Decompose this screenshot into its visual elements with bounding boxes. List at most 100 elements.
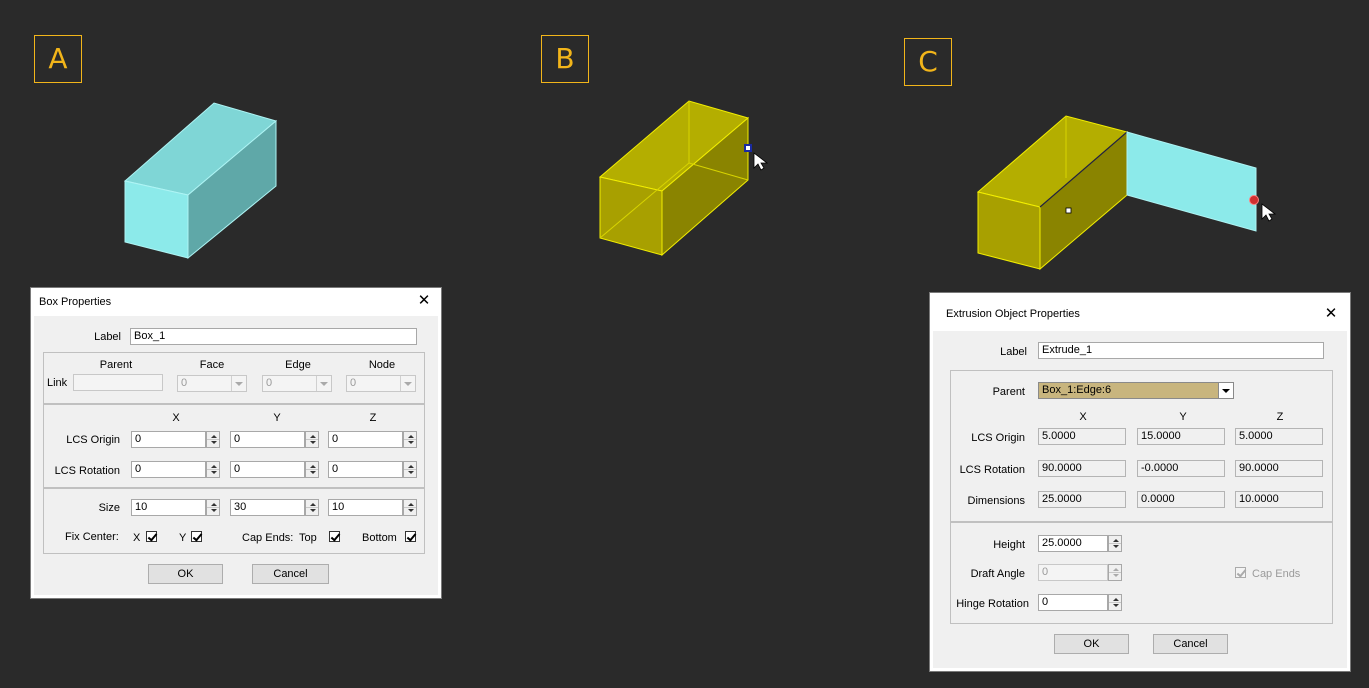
size-z-input[interactable]: 10 <box>328 499 403 516</box>
cancel-button[interactable]: Cancel <box>1153 634 1228 654</box>
dialog-title: Box Properties <box>31 288 441 316</box>
label-caption: Label <box>94 331 121 343</box>
lcs-origin-x-input[interactable]: 0 <box>131 431 206 448</box>
lcs-rotation-y-field: -0.0000 <box>1137 460 1225 477</box>
lcs-origin-z-stepper[interactable] <box>403 431 417 448</box>
link-edge-value: 0 <box>266 377 273 389</box>
link-face-select[interactable]: 0 <box>177 375 247 392</box>
cursor-icon-c <box>1261 203 1277 222</box>
size-group <box>43 488 425 554</box>
cap-bottom-label: Bottom <box>362 532 397 544</box>
dimensions-caption: Dimensions <box>967 495 1025 507</box>
fix-center-x-checkbox[interactable] <box>146 531 157 542</box>
close-icon[interactable]: ✕ <box>415 292 433 310</box>
parent-header: Parent <box>99 359 133 371</box>
dimensions-y-field: 0.0000 <box>1137 491 1225 508</box>
close-icon[interactable]: ✕ <box>1322 305 1340 323</box>
draft-angle-input[interactable]: 0 <box>1038 564 1108 581</box>
fix-center-y-label: Y <box>179 532 187 544</box>
lcs-rotation-caption: LCS Rotation <box>54 465 120 477</box>
size-z-stepper[interactable] <box>403 499 417 516</box>
height-input[interactable]: 25.0000 <box>1038 535 1108 552</box>
height-stepper[interactable] <box>1108 535 1122 552</box>
lcs-rotation-z-field: 90.0000 <box>1235 460 1323 477</box>
fix-center-x-label: X <box>133 532 141 544</box>
link-caption: Link <box>47 377 68 389</box>
lcs-rotation-x-stepper[interactable] <box>206 461 220 478</box>
chevron-down-icon <box>1218 383 1233 398</box>
hinge-rotation-input[interactable]: 0 <box>1038 594 1108 611</box>
hinge-rotation-caption: Hinge Rotation <box>956 598 1029 610</box>
lcs-rotation-caption: LCS Rotation <box>959 464 1025 476</box>
z-header: Z <box>1276 411 1284 423</box>
lcs-origin-y-input[interactable]: 0 <box>230 431 305 448</box>
cursor-icon-b <box>753 152 769 171</box>
draft-angle-stepper[interactable] <box>1108 564 1122 581</box>
yellow-box-b[interactable] <box>598 100 752 257</box>
cancel-button[interactable]: Cancel <box>252 564 329 584</box>
extruded-face-c[interactable] <box>1126 131 1257 232</box>
cap-ends-caption: Cap Ends: <box>242 532 294 544</box>
chevron-down-icon <box>231 376 246 391</box>
dimensions-x-field: 25.0000 <box>1038 491 1126 508</box>
face-header: Face <box>199 359 225 371</box>
lcs-origin-y-stepper[interactable] <box>305 431 319 448</box>
z-header: Z <box>369 412 377 424</box>
label-input[interactable]: Extrude_1 <box>1038 342 1324 359</box>
lcs-origin-caption: LCS Origin <box>66 434 120 446</box>
link-node-value: 0 <box>350 377 357 389</box>
lcs-rotation-y-stepper[interactable] <box>305 461 319 478</box>
cyan-box-a[interactable] <box>123 102 278 260</box>
node-header: Node <box>368 359 396 371</box>
hinge-rotation-stepper[interactable] <box>1108 594 1122 611</box>
lcs-origin-y-field: 15.0000 <box>1137 428 1225 445</box>
size-y-stepper[interactable] <box>305 499 319 516</box>
lcs-origin-caption: LCS Origin <box>971 432 1025 444</box>
size-caption: Size <box>98 502 120 514</box>
edge-handle-b <box>744 144 752 152</box>
cap-ends-checkbox[interactable] <box>1235 567 1246 578</box>
size-y-input[interactable]: 30 <box>230 499 305 516</box>
dialog-title: Extrusion Object Properties <box>930 293 1350 331</box>
ok-button[interactable]: OK <box>148 564 223 584</box>
link-node-select[interactable]: 0 <box>346 375 416 392</box>
link-edge-select[interactable]: 0 <box>262 375 332 392</box>
lcs-rotation-x-input[interactable]: 0 <box>131 461 206 478</box>
viewport-3d[interactable] <box>0 0 1369 290</box>
yellow-box-c[interactable] <box>976 115 1129 271</box>
parent-select[interactable]: Box_1:Edge:6 <box>1038 382 1234 399</box>
draft-angle-caption: Draft Angle <box>970 568 1025 580</box>
fix-center-y-checkbox[interactable] <box>191 531 202 542</box>
cap-ends-label: Cap Ends <box>1252 568 1301 580</box>
link-parent-input[interactable] <box>73 374 163 391</box>
lcs-rotation-y-input[interactable]: 0 <box>230 461 305 478</box>
chevron-down-icon <box>316 376 331 391</box>
lcs-origin-x-stepper[interactable] <box>206 431 220 448</box>
extrusion-properties-dialog: Extrusion Object Properties ✕ Label Extr… <box>929 292 1351 672</box>
height-caption: Height <box>993 539 1025 551</box>
dimensions-z-field: 10.0000 <box>1235 491 1323 508</box>
edge-midpoint-handle-c <box>1065 207 1072 214</box>
label-input[interactable]: Box_1 <box>130 328 417 345</box>
y-header: Y <box>1179 411 1187 423</box>
cap-top-checkbox[interactable] <box>329 531 340 542</box>
cap-top-label: Top <box>299 532 317 544</box>
lcs-rotation-z-stepper[interactable] <box>403 461 417 478</box>
size-x-input[interactable]: 10 <box>131 499 206 516</box>
lcs-origin-z-field: 5.0000 <box>1235 428 1323 445</box>
box-properties-dialog: Box Properties ✕ Label Box_1 Parent Face… <box>30 287 442 599</box>
fix-center-caption: Fix Center: <box>65 531 119 543</box>
x-header: X <box>172 412 180 424</box>
parent-caption: Parent <box>992 386 1025 398</box>
cap-bottom-checkbox[interactable] <box>405 531 416 542</box>
lcs-rotation-x-field: 90.0000 <box>1038 460 1126 477</box>
lcs-rotation-z-input[interactable]: 0 <box>328 461 403 478</box>
lcs-origin-z-input[interactable]: 0 <box>328 431 403 448</box>
chevron-down-icon <box>400 376 415 391</box>
x-header: X <box>1079 411 1087 423</box>
ok-button[interactable]: OK <box>1054 634 1129 654</box>
y-header: Y <box>273 412 281 424</box>
drag-handle-c <box>1249 195 1259 205</box>
edge-header: Edge <box>285 359 311 371</box>
size-x-stepper[interactable] <box>206 499 220 516</box>
